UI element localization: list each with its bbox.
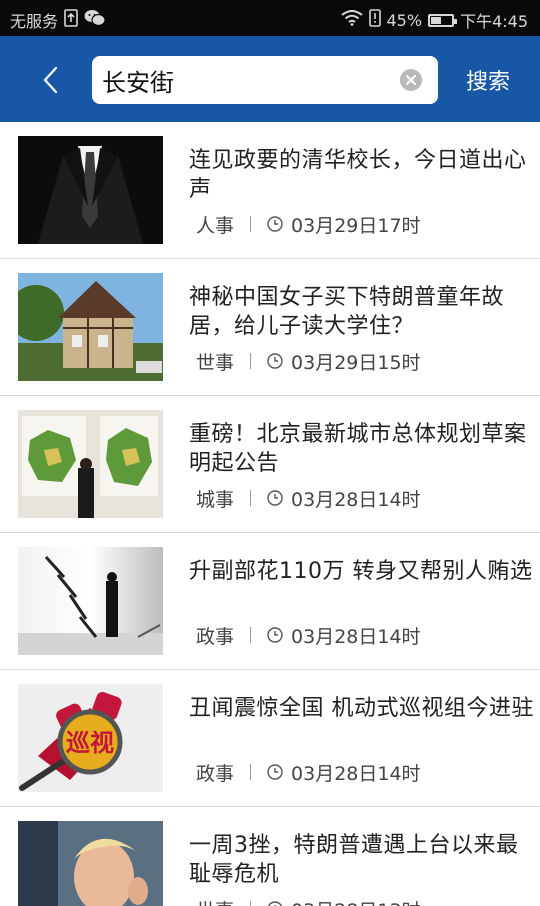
news-title: 连见政要的清华校长，今日道出心声 bbox=[189, 148, 527, 202]
chevron-left-icon bbox=[43, 66, 58, 94]
clear-button[interactable] bbox=[400, 69, 422, 91]
news-title: 一周3挫，特朗普遭遇上台以来最耻辱危机 bbox=[189, 833, 519, 887]
news-time: 03月29日15时 bbox=[291, 351, 421, 374]
news-item[interactable]: 重磅！北京最新城市总体规划草案明起公告 城事 03月28日14时 bbox=[0, 396, 540, 533]
news-time: 03月28日14时 bbox=[291, 625, 421, 648]
news-thumbnail bbox=[18, 410, 163, 518]
status-bar: 无服务 45% 下午4:45 bbox=[0, 0, 540, 36]
meta-divider bbox=[250, 490, 252, 506]
news-title: 神秘中国女子买下特朗普童年故居，给儿子读大学住？ bbox=[189, 285, 505, 339]
news-thumbnail: 巡视 bbox=[18, 684, 163, 792]
clock-icon bbox=[267, 764, 283, 780]
news-category: 世事 bbox=[196, 351, 235, 374]
clock-icon bbox=[267, 901, 283, 906]
news-meta: 世事 03月28日13时 bbox=[196, 897, 421, 906]
search-header: 搜索 bbox=[0, 36, 540, 122]
news-category: 城事 bbox=[196, 488, 235, 511]
news-thumbnail bbox=[18, 136, 163, 244]
news-time: 03月28日14时 bbox=[291, 488, 421, 511]
news-category: 世事 bbox=[196, 896, 234, 906]
alert-icon bbox=[368, 9, 381, 31]
clock-icon bbox=[267, 490, 283, 506]
clock-time: 下午4:45 bbox=[460, 12, 528, 31]
news-meta: 世事 03月29日15时 bbox=[196, 349, 421, 374]
news-thumbnail bbox=[18, 547, 163, 655]
sim-upload-icon bbox=[64, 9, 78, 31]
carrier-label: 无服务 bbox=[10, 12, 59, 31]
clock-icon bbox=[267, 627, 283, 643]
news-title: 升副部花110万 转身又帮别人贿选 bbox=[189, 559, 533, 584]
news-category: 政事 bbox=[196, 625, 235, 648]
news-meta: 政事 03月28日14时 bbox=[196, 623, 421, 648]
news-time: 03月29日17时 bbox=[291, 214, 421, 237]
news-time: 03月28日14时 bbox=[291, 762, 421, 785]
news-category: 人事 bbox=[196, 214, 235, 237]
news-category: 政事 bbox=[196, 762, 235, 785]
news-thumbnail bbox=[18, 821, 163, 906]
news-item[interactable]: 一周3挫，特朗普遭遇上台以来最耻辱危机 世事 03月28日13时 bbox=[0, 807, 540, 906]
meta-divider bbox=[250, 901, 252, 906]
meta-divider bbox=[250, 216, 252, 232]
meta-divider bbox=[250, 353, 252, 369]
search-input[interactable] bbox=[102, 56, 392, 104]
battery-percent: 45% bbox=[386, 10, 423, 30]
meta-divider bbox=[250, 764, 252, 780]
news-title: 重磅！北京最新城市总体规划草案明起公告 bbox=[189, 422, 527, 476]
news-list: 连见政要的清华校长，今日道出心声 人事 03月29日17时 神秘中国女子买下特朗… bbox=[0, 122, 540, 906]
wechat-icon bbox=[84, 9, 106, 31]
wifi-icon bbox=[340, 10, 363, 30]
clock-icon bbox=[267, 353, 283, 369]
thumbnail-stamp-text: 巡视 bbox=[66, 729, 114, 757]
news-meta: 人事 03月29日17时 bbox=[196, 212, 421, 237]
news-item[interactable]: 神秘中国女子买下特朗普童年故居，给儿子读大学住？ 世事 03月29日15时 bbox=[0, 259, 540, 396]
news-item[interactable]: 升副部花110万 转身又帮别人贿选 政事 03月28日14时 bbox=[0, 533, 540, 670]
back-button[interactable] bbox=[30, 58, 74, 102]
news-meta: 城事 03月28日14时 bbox=[196, 486, 421, 511]
clock-icon bbox=[267, 216, 283, 232]
meta-divider bbox=[250, 627, 252, 643]
news-time: 03月28日13时 bbox=[291, 896, 421, 906]
news-title: 丑闻震惊全国 机动式巡视组今进驻 bbox=[189, 696, 534, 721]
battery-icon bbox=[428, 13, 458, 27]
news-thumbnail bbox=[18, 273, 163, 381]
search-box bbox=[92, 56, 438, 104]
close-icon bbox=[405, 74, 417, 86]
news-meta: 政事 03月28日14时 bbox=[196, 760, 421, 785]
news-item[interactable]: 巡视 丑闻震惊全国 机动式巡视组今进驻 政事 03月28日14时 bbox=[0, 670, 540, 807]
news-item[interactable]: 连见政要的清华校长，今日道出心声 人事 03月29日17时 bbox=[0, 122, 540, 259]
search-button[interactable]: 搜索 bbox=[466, 64, 510, 96]
